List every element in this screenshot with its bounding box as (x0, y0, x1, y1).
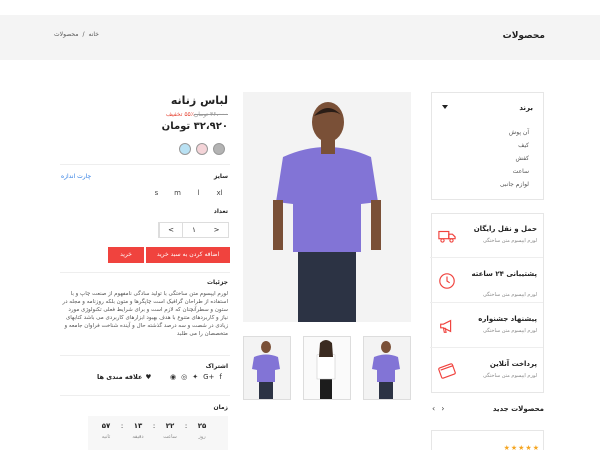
page: محصولات خانه / محصولات برند آن پوش کیف ک… (0, 0, 600, 450)
product-description: لورم ایپسوم متن ساختگی با تولید سادگی نا… (62, 291, 228, 337)
color-swatch[interactable] (179, 143, 191, 155)
discount-badge: ۵۵٪ تخفیف (165, 111, 194, 118)
service-subtitle: لورم ایپسوم متن ساختگی (482, 373, 537, 379)
credit-card-icon (438, 363, 456, 379)
product-price: ۳۲،۹۲۰ تومان (161, 121, 228, 132)
next-arrow-icon[interactable]: › (432, 404, 435, 413)
truck-icon (438, 230, 456, 243)
rss-icon[interactable]: ◉ (170, 373, 176, 381)
size-option[interactable]: m (169, 187, 186, 200)
divider (60, 164, 230, 165)
brand-filter: برند آن پوش کیف کفش ساعت لوازم جانبی (431, 92, 544, 200)
service-title: پشتیبانی ۲۴ ساعته (471, 270, 538, 278)
share-icons: ◉ ◎ ✦ G+ f (170, 373, 222, 381)
brand-item[interactable]: آن پوش (500, 126, 529, 139)
quantity-input[interactable]: ۱ (182, 223, 205, 237)
color-swatch[interactable] (213, 143, 225, 155)
buy-button[interactable]: خرید (108, 247, 144, 263)
divider (60, 272, 230, 273)
product-thumbnail[interactable] (243, 336, 291, 400)
quantity-stepper: < ۱ > (158, 222, 229, 238)
divider (60, 355, 230, 356)
timer-hours: ۲۲ ساعت (163, 422, 177, 440)
model-photo (243, 92, 411, 322)
color-swatch[interactable] (196, 143, 208, 155)
product-thumbnail[interactable] (363, 336, 411, 400)
divider (60, 395, 230, 396)
timer-seconds: ۵۷ ثانیه (101, 422, 111, 440)
heart-icon: ♥ (145, 373, 152, 381)
add-to-cart-button[interactable]: اضافه کردن به سبد خرید (146, 247, 230, 263)
product-title: لباس زنانه (170, 94, 228, 107)
google-plus-icon[interactable]: G+ (203, 373, 214, 381)
size-option[interactable]: s (148, 187, 165, 200)
service-free-shipping: حمل و نقل رایگان لورم ایپسوم متن ساختگی (430, 214, 543, 258)
service-support: پشتیبانی ۲۴ ساعته لورم ایپسوم متن ساختگی (430, 259, 543, 303)
product-thumbnail[interactable] (303, 336, 351, 400)
service-subtitle: لورم ایپسوم متن ساختگی (482, 328, 537, 334)
size-label: سایز (213, 173, 228, 180)
breadcrumb-current: محصولات (54, 31, 79, 38)
service-online-payment: پرداخت آنلاین لورم ایپسوم متن ساختگی (430, 349, 543, 393)
timer-minutes: ۱۳ دقیقه (132, 422, 144, 440)
quantity-increase-button[interactable]: > (159, 223, 182, 237)
color-options (179, 143, 225, 155)
service-title: پرداخت آنلاین (489, 360, 537, 368)
service-subtitle: لورم ایپسوم متن ساختگی (482, 292, 537, 298)
prev-arrow-icon[interactable]: ‹ (441, 404, 444, 413)
size-option[interactable]: l (190, 187, 207, 200)
details-label: جزئیات (206, 279, 228, 286)
service-subtitle: لورم ایپسوم متن ساختگی (482, 238, 537, 244)
page-header: محصولات خانه / محصولات (0, 15, 600, 60)
service-festival: پیشنهاد جشنواره لورم ایپسوم متن ساختگی (430, 304, 543, 348)
new-products-nav: ‹ › (432, 404, 444, 413)
brand-item[interactable]: لوازم جانبی (500, 178, 529, 191)
size-chart-link[interactable]: چارت اندازه (61, 173, 91, 180)
facebook-icon[interactable]: f (219, 373, 221, 381)
rating-stars: ★★★★★ (503, 444, 540, 450)
favorite-button[interactable]: ♥ علاقه مندی ها (97, 373, 151, 381)
new-products-title: محصولات جدید (492, 405, 544, 413)
brand-list: آن پوش کیف کفش ساعت لوازم جانبی (500, 126, 529, 191)
breadcrumb: خانه / محصولات (54, 31, 99, 38)
share-label: اشتراک (205, 363, 228, 370)
size-option[interactable]: xl (211, 187, 228, 200)
brand-item[interactable]: کفش (500, 152, 529, 165)
countdown-timer: ۲۵ روز : ۲۲ ساعت : ۱۳ دقیقه : ۵۷ ثانیه (93, 422, 215, 440)
breadcrumb-home[interactable]: خانه (89, 31, 99, 38)
instagram-icon[interactable]: ◎ (181, 373, 187, 381)
megaphone-icon (440, 319, 452, 333)
time-label: زمان (213, 404, 228, 411)
quantity-label: تعداد (213, 208, 228, 215)
breadcrumb-separator: / (82, 31, 85, 38)
old-price: ۳۶،۰۰۰ تومان (193, 111, 228, 118)
support-24-icon (439, 273, 455, 289)
brand-filter-title[interactable]: برند (519, 104, 533, 112)
product-main-image[interactable] (243, 92, 411, 322)
brand-item[interactable]: ساعت (500, 165, 529, 178)
service-title: پیشنهاد جشنواره (478, 315, 537, 323)
timer-days: ۲۵ روز (197, 422, 207, 440)
purchase-buttons: خرید اضافه کردن به سبد خرید (108, 247, 230, 263)
quantity-decrease-button[interactable]: < (205, 223, 228, 237)
caret-down-icon[interactable] (442, 105, 448, 109)
favorite-label: علاقه مندی ها (97, 373, 143, 381)
service-title: حمل و نقل رایگان (473, 225, 537, 233)
size-options: xl l m s (148, 187, 228, 200)
brand-item[interactable]: کیف (500, 139, 529, 152)
twitter-icon[interactable]: ✦ (192, 373, 198, 381)
page-title: محصولات (502, 31, 545, 41)
services-box: حمل و نقل رایگان لورم ایپسوم متن ساختگی … (430, 213, 544, 393)
